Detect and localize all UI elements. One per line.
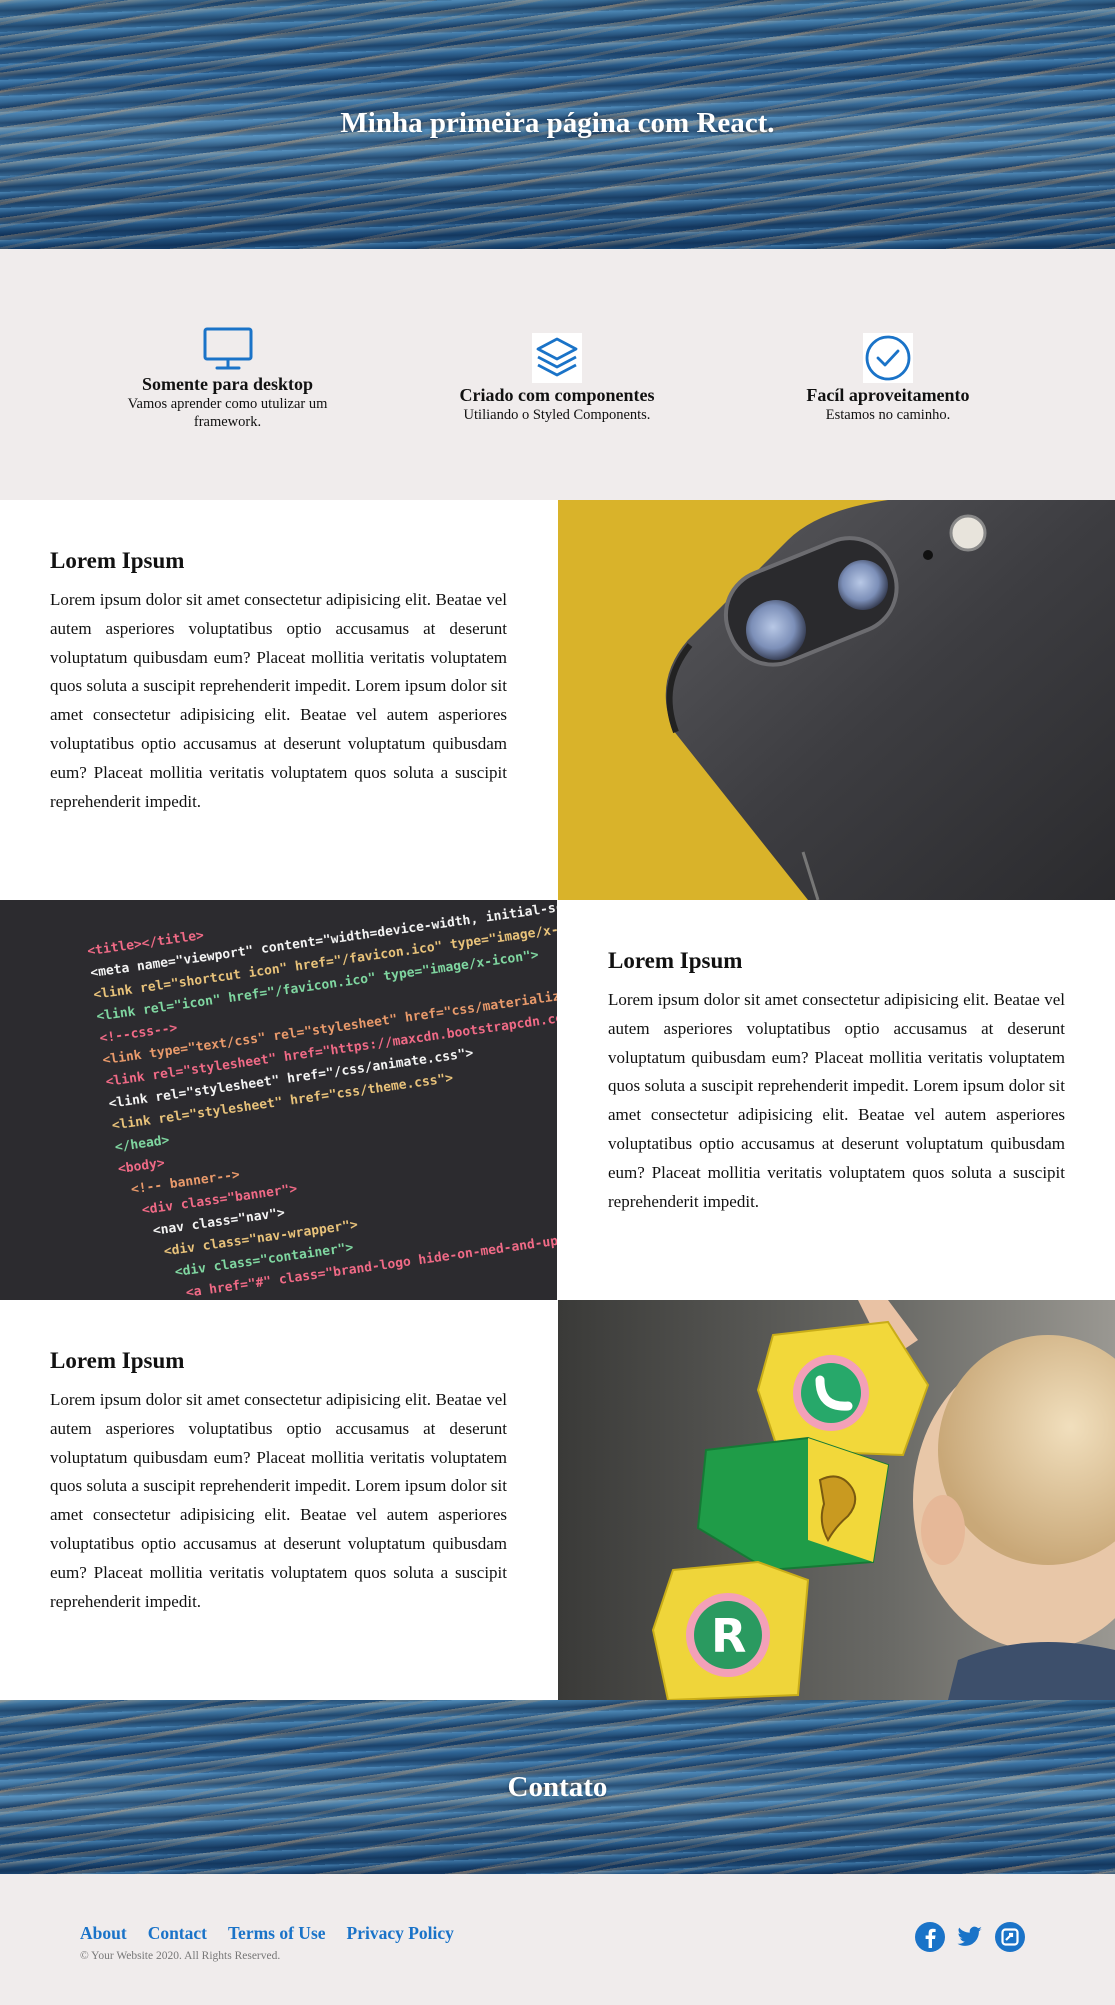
content-row-1: Lorem Ipsum Lorem ipsum dolor sit amet c… [0, 500, 1115, 900]
feature-title: Facíl aproveitamento [806, 385, 970, 405]
check-circle-icon [863, 333, 913, 383]
child-blocks-photo: R [558, 1300, 1115, 1700]
feature-text: Vamos aprender como utulizar um framewor… [127, 396, 328, 430]
feature-components: Criado com componentes Utiliando o Style… [438, 333, 676, 424]
contact-banner: Contato [0, 1700, 1115, 1874]
feature-title: Somente para desktop [141, 374, 313, 394]
twitter-icon[interactable] [956, 1924, 984, 1950]
section-body: Lorem ipsum dolor sit amet consectetur a… [50, 1390, 507, 1611]
feature-easy: Facíl aproveitamento Estamos no caminho. [773, 333, 1003, 424]
section-body: Lorem ipsum dolor sit amet consectetur a… [50, 590, 507, 811]
facebook-icon[interactable] [914, 1921, 946, 1953]
section-title: Lorem Ipsum [608, 948, 743, 973]
features-section: Somente para desktop Vamos aprender como… [0, 249, 1115, 500]
code-screen-photo: <title></title> <meta name="viewport" con… [0, 900, 557, 1300]
svg-text:R: R [711, 1609, 746, 1663]
feature-title: Criado com componentes [459, 385, 655, 405]
layers-icon [532, 333, 582, 383]
content-text: Lorem Ipsum Lorem ipsum dolor sit amet c… [558, 900, 1115, 1300]
footer-link-about[interactable]: About [80, 1923, 127, 1943]
footer-links: About Contact Terms of Use Privacy Polic… [80, 1923, 471, 1944]
hero-banner: Minha primeira página com React. [0, 0, 1115, 249]
feature-desktop: Somente para desktop Vamos aprender como… [110, 326, 345, 431]
footer: About Contact Terms of Use Privacy Polic… [0, 1874, 1115, 2005]
monitor-icon [203, 327, 252, 370]
instagram-icon[interactable] [994, 1921, 1026, 1953]
phone-camera-photo [558, 500, 1115, 900]
feature-text: Utiliando o Styled Components. [463, 407, 651, 423]
hero-title: Minha primeira página com React. [340, 107, 775, 139]
content-text: Lorem Ipsum Lorem ipsum dolor sit amet c… [0, 500, 557, 900]
footer-link-contact[interactable]: Contact [148, 1923, 207, 1943]
content-row-3: Lorem Ipsum Lorem ipsum dolor sit amet c… [0, 1300, 1115, 1700]
section-title: Lorem Ipsum [50, 548, 185, 573]
content-text: Lorem Ipsum Lorem ipsum dolor sit amet c… [0, 1300, 557, 1700]
footer-link-privacy[interactable]: Privacy Policy [347, 1923, 454, 1943]
content-row-2: <title></title> <meta name="viewport" con… [0, 900, 1115, 1300]
section-title: Lorem Ipsum [50, 1348, 185, 1373]
footer-link-terms[interactable]: Terms of Use [228, 1923, 326, 1943]
copyright-text: © Your Website 2020. All Rights Reserved… [80, 1950, 281, 1962]
section-body: Lorem ipsum dolor sit amet consectetur a… [608, 990, 1065, 1211]
contact-title: Contato [507, 1771, 608, 1803]
feature-text: Estamos no caminho. [825, 407, 951, 423]
